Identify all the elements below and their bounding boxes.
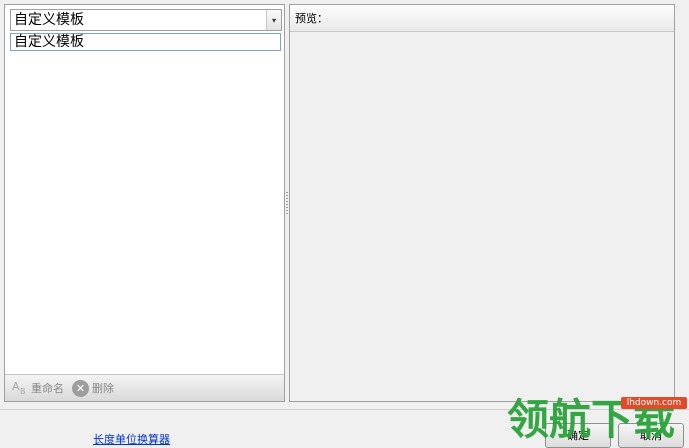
template-combo-value: 自定义模板 xyxy=(14,12,84,28)
unit-converter-link[interactable]: 长度单位换算器 xyxy=(93,431,170,447)
template-list-item[interactable]: 自定义模板 xyxy=(10,33,281,51)
preview-header: 预览： xyxy=(290,5,674,32)
template-panel: 自定义模板 ▾ 自定义模板 AB 重命名 ✕ 删除 xyxy=(4,4,285,402)
ok-button[interactable]: 确定 xyxy=(545,423,611,448)
preview-panel: 预览： xyxy=(289,4,675,402)
delete-icon: ✕ xyxy=(72,379,89,397)
rename-icon: AB xyxy=(12,380,26,396)
footer-divider xyxy=(0,409,689,410)
delete-label: 删除 xyxy=(92,382,114,395)
delete-button[interactable]: ✕ 删除 xyxy=(72,379,114,397)
template-toolbar: AB 重命名 ✕ 删除 xyxy=(5,374,284,401)
cancel-button[interactable]: 取消 xyxy=(618,423,684,448)
template-combo[interactable]: 自定义模板 ▾ xyxy=(10,9,282,31)
splitter-grip-icon xyxy=(286,192,288,214)
chevron-down-icon[interactable]: ▾ xyxy=(266,10,281,30)
rename-label: 重命名 xyxy=(31,382,64,395)
rename-button[interactable]: AB 重命名 xyxy=(11,380,64,396)
